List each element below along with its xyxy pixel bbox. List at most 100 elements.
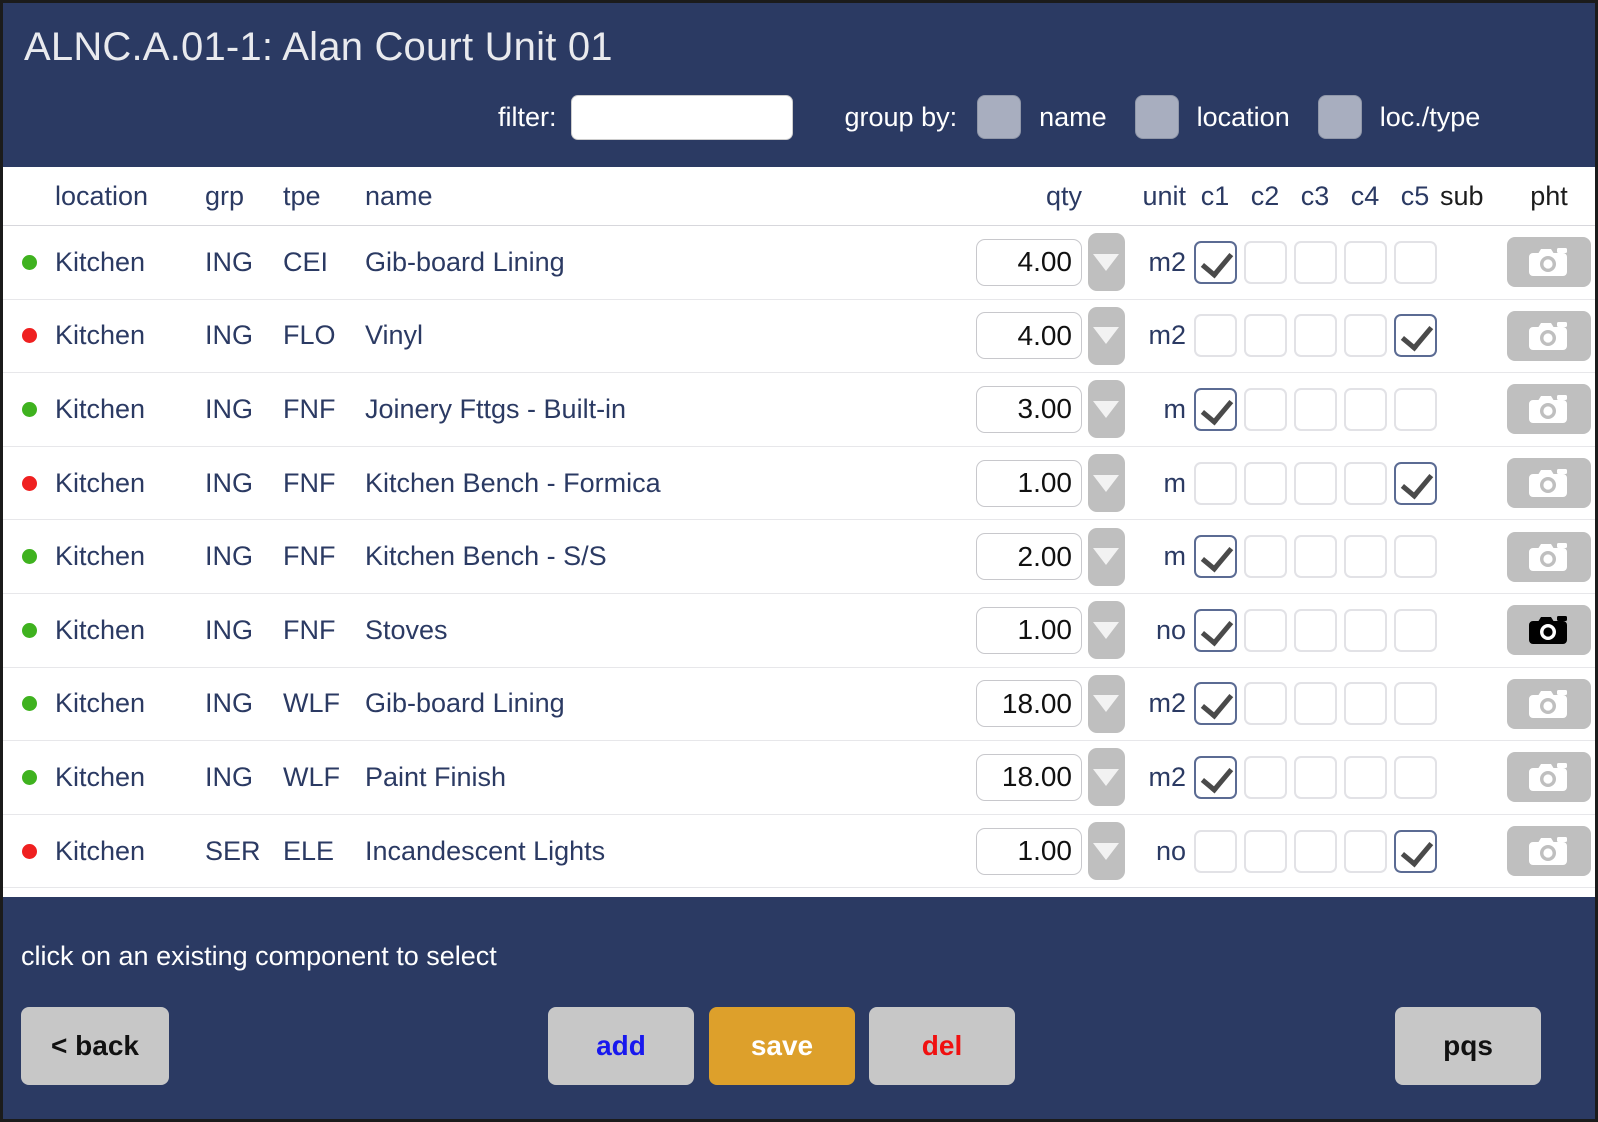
row-photo-button[interactable] xyxy=(1507,458,1591,509)
table-row[interactable]: Kitchen SER ELE Incandescent Lights no xyxy=(3,814,1595,889)
row-0-check-c1[interactable] xyxy=(1193,240,1237,284)
row-qty-input[interactable] xyxy=(976,385,1082,433)
chevron-down-icon xyxy=(1093,768,1119,786)
row-8-check-c1[interactable] xyxy=(1193,829,1237,873)
row-photo-button[interactable] xyxy=(1507,237,1591,288)
table-row[interactable]: Kitchen ING FNF Kitchen Bench - S/S m xyxy=(3,520,1595,594)
row-3-check-c2[interactable] xyxy=(1243,461,1287,505)
row-3-check-c1[interactable] xyxy=(1193,461,1237,505)
row-1-check-c4[interactable] xyxy=(1343,314,1387,358)
group-by-location-checkbox[interactable] xyxy=(1134,95,1179,139)
row-5-check-c2[interactable] xyxy=(1243,608,1287,652)
group-by-loctype-checkbox[interactable] xyxy=(1317,95,1362,139)
save-button[interactable]: save xyxy=(709,1007,855,1085)
del-button[interactable]: del xyxy=(869,1007,1015,1085)
header-name: name xyxy=(365,180,433,211)
row-7-check-c3[interactable] xyxy=(1293,755,1337,799)
row-5-check-c5[interactable] xyxy=(1393,608,1437,652)
row-6-check-c5[interactable] xyxy=(1393,682,1437,726)
footer-bar: click on an existing component to select… xyxy=(3,897,1595,1119)
row-qty-input[interactable] xyxy=(976,312,1082,360)
row-qty-input[interactable] xyxy=(976,827,1082,875)
row-3-check-c4[interactable] xyxy=(1343,461,1387,505)
row-4-check-c1[interactable] xyxy=(1193,535,1237,579)
row-5-check-c1[interactable] xyxy=(1193,608,1237,652)
row-7-check-c2[interactable] xyxy=(1243,755,1287,799)
row-6-check-c1[interactable] xyxy=(1193,682,1237,726)
row-0-check-c5[interactable] xyxy=(1393,240,1437,284)
add-button[interactable]: add xyxy=(548,1007,694,1085)
row-8-check-c2[interactable] xyxy=(1243,829,1287,873)
back-button[interactable]: < back xyxy=(21,1007,169,1085)
row-qty-dropdown-button[interactable] xyxy=(1087,527,1125,586)
row-qty-dropdown-button[interactable] xyxy=(1087,233,1125,292)
row-qty-dropdown-button[interactable] xyxy=(1087,748,1125,807)
row-qty-dropdown-button[interactable] xyxy=(1087,822,1125,881)
row-qty-input[interactable] xyxy=(976,753,1082,801)
row-photo-button[interactable] xyxy=(1507,605,1591,656)
row-3-check-c3[interactable] xyxy=(1293,461,1337,505)
row-photo-button[interactable] xyxy=(1507,826,1591,877)
row-qty-input[interactable] xyxy=(976,459,1082,507)
row-2-check-c3[interactable] xyxy=(1293,387,1337,431)
row-5-check-c4[interactable] xyxy=(1343,608,1387,652)
table-row[interactable]: Kitchen ING WLF Gib-board Lining m2 xyxy=(3,667,1595,742)
row-qty-dropdown-button[interactable] xyxy=(1087,601,1125,660)
pqs-button[interactable]: pqs xyxy=(1395,1007,1541,1085)
row-1-check-c2[interactable] xyxy=(1243,314,1287,358)
table-row[interactable]: Kitchen ING FNF Kitchen Bench - Formica m xyxy=(3,446,1595,521)
row-location: Kitchen xyxy=(55,320,146,351)
table-row[interactable]: Kitchen ING FNF Stoves no xyxy=(3,593,1595,668)
row-unit: m xyxy=(1163,467,1187,498)
row-8-check-c5[interactable] xyxy=(1393,829,1437,873)
row-4-check-c2[interactable] xyxy=(1243,535,1287,579)
row-qty-dropdown-button[interactable] xyxy=(1087,674,1125,733)
row-photo-button[interactable] xyxy=(1507,384,1591,435)
row-name: Vinyl xyxy=(365,320,424,351)
row-6-check-c4[interactable] xyxy=(1343,682,1387,726)
row-unit: no xyxy=(1155,835,1186,866)
row-photo-button[interactable] xyxy=(1507,752,1591,803)
row-0-check-c3[interactable] xyxy=(1293,240,1337,284)
row-1-check-c3[interactable] xyxy=(1293,314,1337,358)
row-2-check-c5[interactable] xyxy=(1393,387,1437,431)
row-location: Kitchen xyxy=(55,761,146,792)
row-photo-button[interactable] xyxy=(1507,310,1591,361)
row-4-check-c3[interactable] xyxy=(1293,535,1337,579)
row-4-check-c4[interactable] xyxy=(1343,535,1387,579)
row-photo-button[interactable] xyxy=(1507,678,1591,729)
table-row[interactable]: Kitchen ING FNF Joinery Fttgs - Built-in m xyxy=(3,373,1595,447)
table-row[interactable]: Kitchen ING FLO Vinyl m2 xyxy=(3,299,1595,374)
row-qty-input[interactable] xyxy=(976,533,1082,581)
row-7-check-c1[interactable] xyxy=(1193,755,1237,799)
row-grp: ING xyxy=(205,541,254,572)
row-qty-input[interactable] xyxy=(976,680,1082,728)
row-7-check-c5[interactable] xyxy=(1393,755,1437,799)
row-8-check-c3[interactable] xyxy=(1293,829,1337,873)
group-by-name-checkbox[interactable] xyxy=(977,95,1022,139)
filter-input[interactable] xyxy=(570,94,793,140)
row-qty-dropdown-button[interactable] xyxy=(1087,306,1125,365)
row-2-check-c1[interactable] xyxy=(1193,387,1237,431)
table-row[interactable]: Kitchen ING CEI Gib-board Lining m2 xyxy=(3,226,1595,300)
row-qty-input[interactable] xyxy=(976,606,1082,654)
row-qty-input[interactable] xyxy=(976,238,1082,286)
row-qty-dropdown-button[interactable] xyxy=(1087,454,1125,513)
row-7-check-c4[interactable] xyxy=(1343,755,1387,799)
row-photo-button[interactable] xyxy=(1507,531,1591,582)
row-name: Joinery Fttgs - Built-in xyxy=(365,393,627,424)
row-5-check-c3[interactable] xyxy=(1293,608,1337,652)
row-4-check-c5[interactable] xyxy=(1393,535,1437,579)
row-0-check-c4[interactable] xyxy=(1343,240,1387,284)
row-2-check-c4[interactable] xyxy=(1343,387,1387,431)
row-6-check-c2[interactable] xyxy=(1243,682,1287,726)
row-3-check-c5[interactable] xyxy=(1393,461,1437,505)
row-1-check-c5[interactable] xyxy=(1393,314,1437,358)
table-row[interactable]: Kitchen ING WLF Paint Finish m2 xyxy=(3,741,1595,815)
row-8-check-c4[interactable] xyxy=(1343,829,1387,873)
row-qty-dropdown-button[interactable] xyxy=(1087,380,1125,439)
row-1-check-c1[interactable] xyxy=(1193,314,1237,358)
row-0-check-c2[interactable] xyxy=(1243,240,1287,284)
row-6-check-c3[interactable] xyxy=(1293,682,1337,726)
row-2-check-c2[interactable] xyxy=(1243,387,1287,431)
